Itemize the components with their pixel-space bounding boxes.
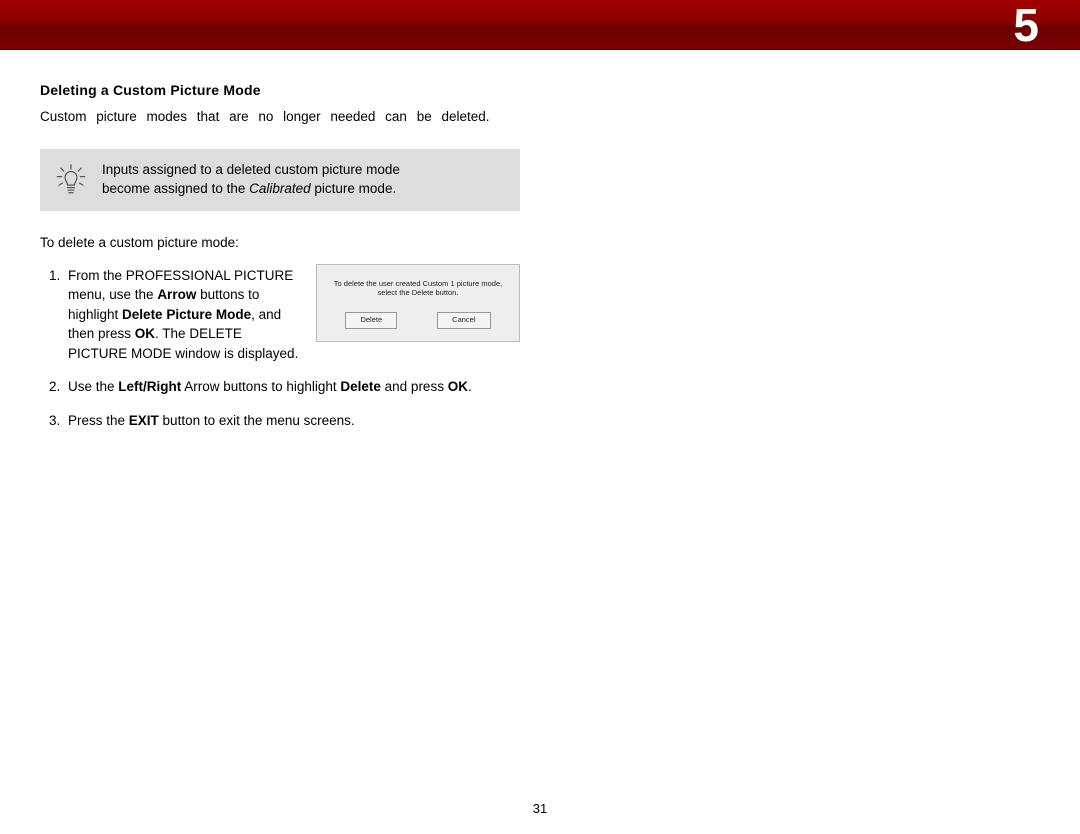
delete-picture-mode-dialog: To delete the user created Custom 1 pict… bbox=[316, 264, 520, 342]
steps-list: From the PROFESSIONAL PICTURE menu, use … bbox=[40, 266, 520, 431]
chapter-number: 5 bbox=[1013, 0, 1040, 52]
tip-line2a: become assigned to the bbox=[102, 181, 249, 196]
dialog-message: To delete the user created Custom 1 pict… bbox=[327, 279, 509, 299]
page-content: Deleting a Custom Picture Mode Custom pi… bbox=[0, 50, 560, 431]
tip-line1: Inputs assigned to a deleted custom pict… bbox=[102, 162, 400, 177]
step-2: Use the Left/Right Arrow buttons to high… bbox=[64, 377, 520, 397]
chapter-header-bar: 5 bbox=[0, 0, 1080, 50]
section-title: Deleting a Custom Picture Mode bbox=[40, 82, 520, 98]
tip-italic: Calibrated bbox=[249, 181, 311, 196]
tip-callout: Inputs assigned to a deleted custom pict… bbox=[40, 149, 520, 211]
step-3: Press the EXIT button to exit the menu s… bbox=[64, 411, 520, 431]
lead-text: To delete a custom picture mode: bbox=[40, 235, 520, 250]
page-number: 31 bbox=[0, 801, 1080, 816]
lightbulb-icon bbox=[54, 163, 88, 197]
dialog-delete-button[interactable]: Delete bbox=[345, 312, 397, 329]
dialog-buttons: Delete Cancel bbox=[327, 312, 509, 329]
dialog-cancel-button[interactable]: Cancel bbox=[437, 312, 490, 329]
tip-line2b: picture mode. bbox=[311, 181, 397, 196]
intro-paragraph: Custom picture modes that are no longer … bbox=[40, 108, 520, 127]
step-1: From the PROFESSIONAL PICTURE menu, use … bbox=[64, 266, 520, 364]
tip-text: Inputs assigned to a deleted custom pict… bbox=[102, 161, 400, 199]
